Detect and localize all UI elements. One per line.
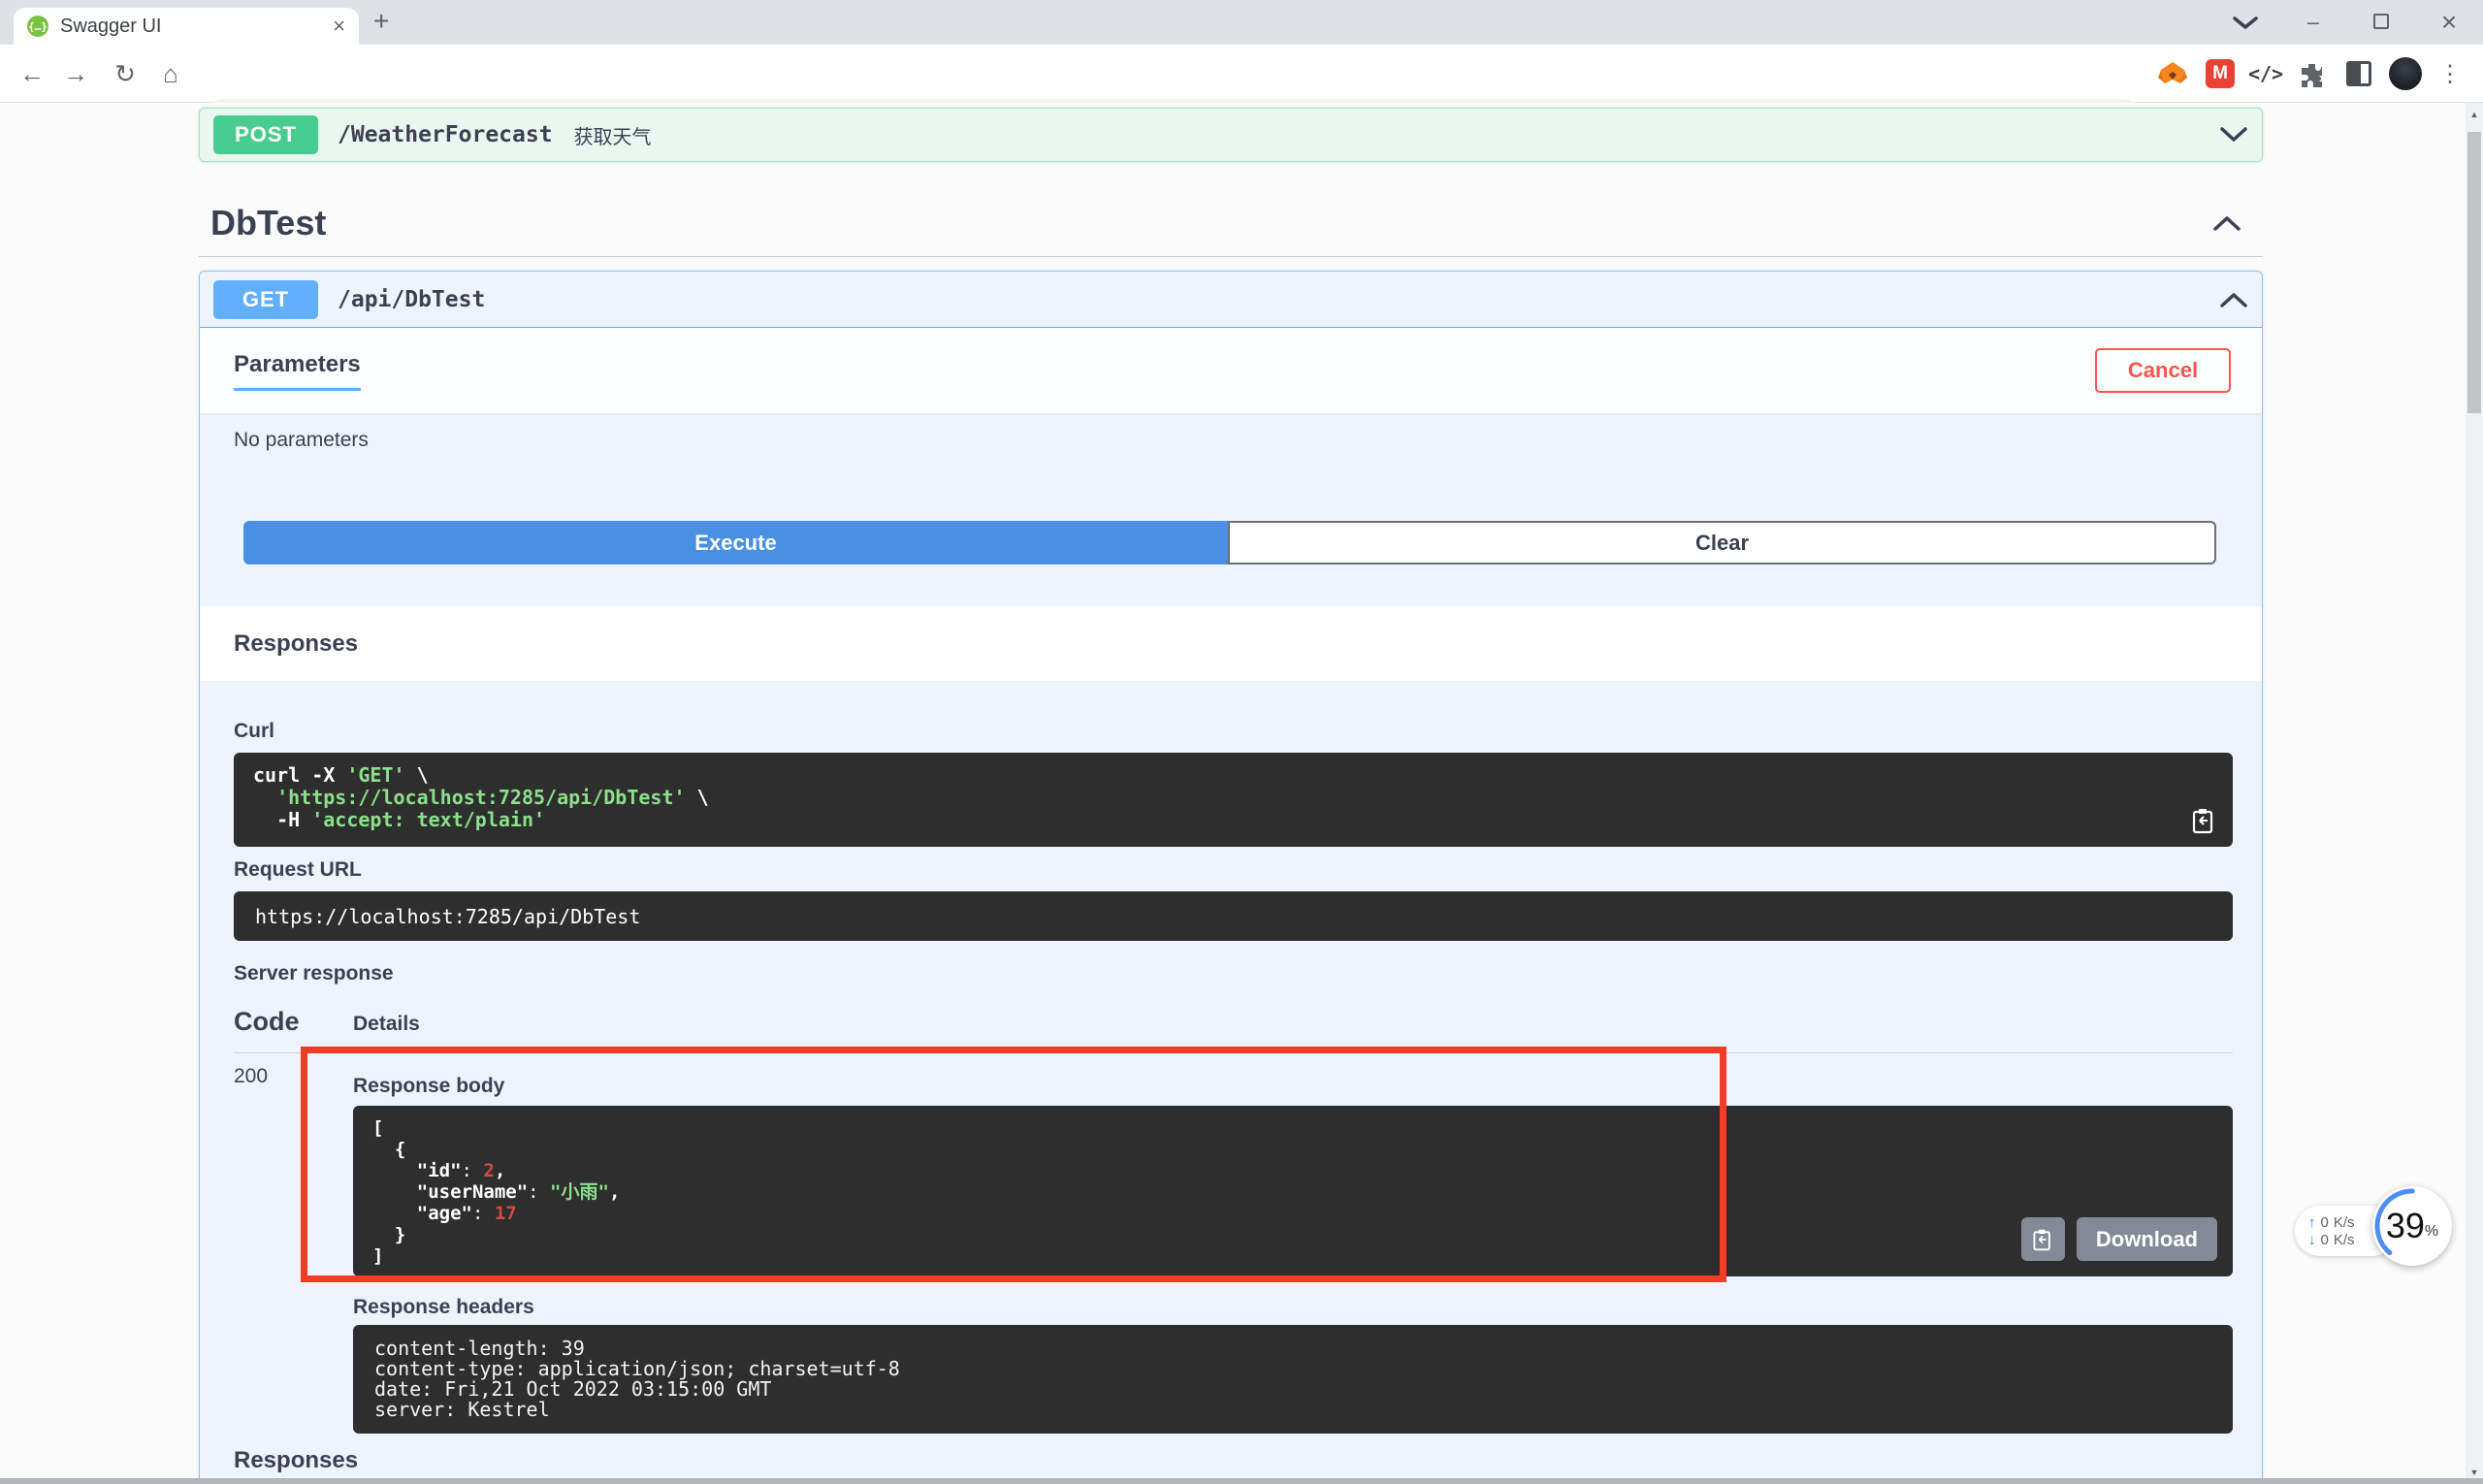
status-code: 200: [234, 1053, 353, 1434]
code-extension-icon[interactable]: </>: [2244, 45, 2287, 103]
code-column-header: Code: [234, 1007, 353, 1037]
scrollbar-thumb[interactable]: [2467, 132, 2481, 413]
curl-label: Curl: [234, 720, 2233, 743]
new-tab-button[interactable]: +: [373, 6, 389, 37]
get-method-badge: GET: [213, 280, 318, 319]
opblock-get-dbtest: GET /api/DbTest Parameters Cancel No par…: [199, 271, 2263, 1484]
browser-toolbar: ← → ↻ ⌂ localhost:7285/swagger/index.htm…: [0, 45, 2483, 103]
post-method-badge: POST: [213, 115, 318, 154]
responses-title: Responses: [234, 630, 358, 658]
chevron-up-icon[interactable]: [2219, 291, 2248, 308]
request-url-block: https://localhost:7285/api/DbTest: [234, 891, 2233, 941]
tab-search-chevron-icon[interactable]: [2211, 14, 2279, 31]
response-body-label: Response body: [353, 1075, 2233, 1098]
download-arrow-icon: ↓: [2308, 1232, 2316, 1248]
chevron-down-icon[interactable]: [2219, 126, 2248, 144]
window-controls: – ×: [2211, 0, 2483, 45]
responses-footer-title: Responses: [234, 1447, 2262, 1474]
upload-arrow-icon: ↑: [2308, 1214, 2316, 1231]
response-table-header: Code Details: [234, 1007, 2233, 1037]
chevron-up-icon[interactable]: [2212, 214, 2241, 232]
curl-command: curl -X 'GET' \ 'https://localhost:7285/…: [253, 764, 2213, 831]
post-path: /WeatherForecast: [338, 122, 553, 147]
tab-parameters: Parameters: [234, 351, 361, 391]
browser-menu-icon[interactable]: ⋮: [2433, 45, 2467, 103]
copy-response-button[interactable]: [2021, 1217, 2065, 1261]
reload-icon[interactable]: ↻: [106, 45, 145, 103]
parameters-section-header: Parameters Cancel: [200, 328, 2262, 413]
maximize-button[interactable]: [2347, 10, 2415, 35]
response-headers-label: Response headers: [353, 1296, 2233, 1319]
response-body-json: [ { "id": 2, "userName": "小雨", "age": 17…: [372, 1117, 2213, 1267]
back-icon[interactable]: ←: [13, 45, 51, 103]
response-headers-text: content-length: 39content-type: applicat…: [374, 1339, 2211, 1420]
responses-section-header: Responses: [200, 606, 2262, 681]
response-headers-block: content-length: 39content-type: applicat…: [353, 1325, 2233, 1434]
tag-title: DbTest: [210, 203, 326, 243]
get-summary-row[interactable]: GET /api/DbTest: [200, 272, 2262, 328]
copy-icon[interactable]: [2190, 806, 2217, 835]
profile-avatar[interactable]: [2384, 45, 2427, 103]
gmail-extension-icon[interactable]: M: [2204, 45, 2237, 103]
tag-section-dbtest[interactable]: DbTest: [199, 189, 2263, 257]
scroll-up-icon[interactable]: ▲: [2466, 103, 2483, 126]
get-path: /api/DbTest: [338, 287, 485, 312]
post-description: 获取天气: [574, 121, 652, 149]
tab-title: Swagger UI: [60, 16, 333, 38]
server-response-label: Server response: [234, 962, 2233, 985]
cancel-button[interactable]: Cancel: [2095, 348, 2231, 393]
opblock-post-weatherforecast[interactable]: POST /WeatherForecast 获取天气: [199, 108, 2263, 162]
no-parameters-text: No parameters: [234, 429, 2262, 452]
extensions-puzzle-icon[interactable]: [2295, 45, 2328, 103]
battery-percent-widget[interactable]: 39 %: [2372, 1186, 2452, 1266]
forward-icon[interactable]: →: [56, 45, 95, 103]
window-bottom-edge: [0, 1478, 2483, 1484]
tab-strip: {…} Swagger UI × + – ×: [0, 0, 2483, 45]
minimize-button[interactable]: –: [2279, 10, 2347, 35]
tab-close-icon[interactable]: ×: [333, 14, 345, 39]
execute-button[interactable]: Execute: [243, 521, 1228, 565]
response-body-block: [ { "id": 2, "userName": "小雨", "age": 17…: [353, 1106, 2233, 1276]
response-row: 200 Response body [ { "id": 2, "userName…: [234, 1053, 2233, 1434]
details-column-header: Details: [353, 1013, 420, 1036]
response-actions: Download: [2021, 1217, 2217, 1261]
swagger-favicon-icon: {…}: [27, 16, 48, 37]
browser-tab[interactable]: {…} Swagger UI ×: [14, 8, 359, 45]
window-close-button[interactable]: ×: [2415, 7, 2483, 38]
page-scrollbar[interactable]: ▲ ▼: [2466, 103, 2483, 1484]
metamask-extension-icon[interactable]: [2155, 45, 2190, 103]
swagger-page: POST /WeatherForecast 获取天气 DbTest GET /a…: [0, 103, 2466, 1484]
browser-window: {…} Swagger UI × + – × ← → ↻ ⌂ localhost…: [0, 0, 2483, 1484]
clear-button[interactable]: Clear: [1228, 521, 2216, 565]
responses-inner: Curl curl -X 'GET' \ 'https://localhost:…: [200, 720, 2262, 1434]
curl-block: curl -X 'GET' \ 'https://localhost:7285/…: [234, 753, 2233, 847]
request-url-label: Request URL: [234, 858, 2233, 882]
download-button[interactable]: Download: [2077, 1217, 2217, 1261]
request-url-value: https://localhost:7285/api/DbTest: [255, 905, 640, 928]
execute-row: Execute Clear: [243, 521, 2216, 565]
response-details-cell: Response body [ { "id": 2, "userName": "…: [353, 1053, 2233, 1434]
home-icon[interactable]: ⌂: [151, 45, 190, 103]
side-panel-icon[interactable]: [2339, 45, 2378, 103]
